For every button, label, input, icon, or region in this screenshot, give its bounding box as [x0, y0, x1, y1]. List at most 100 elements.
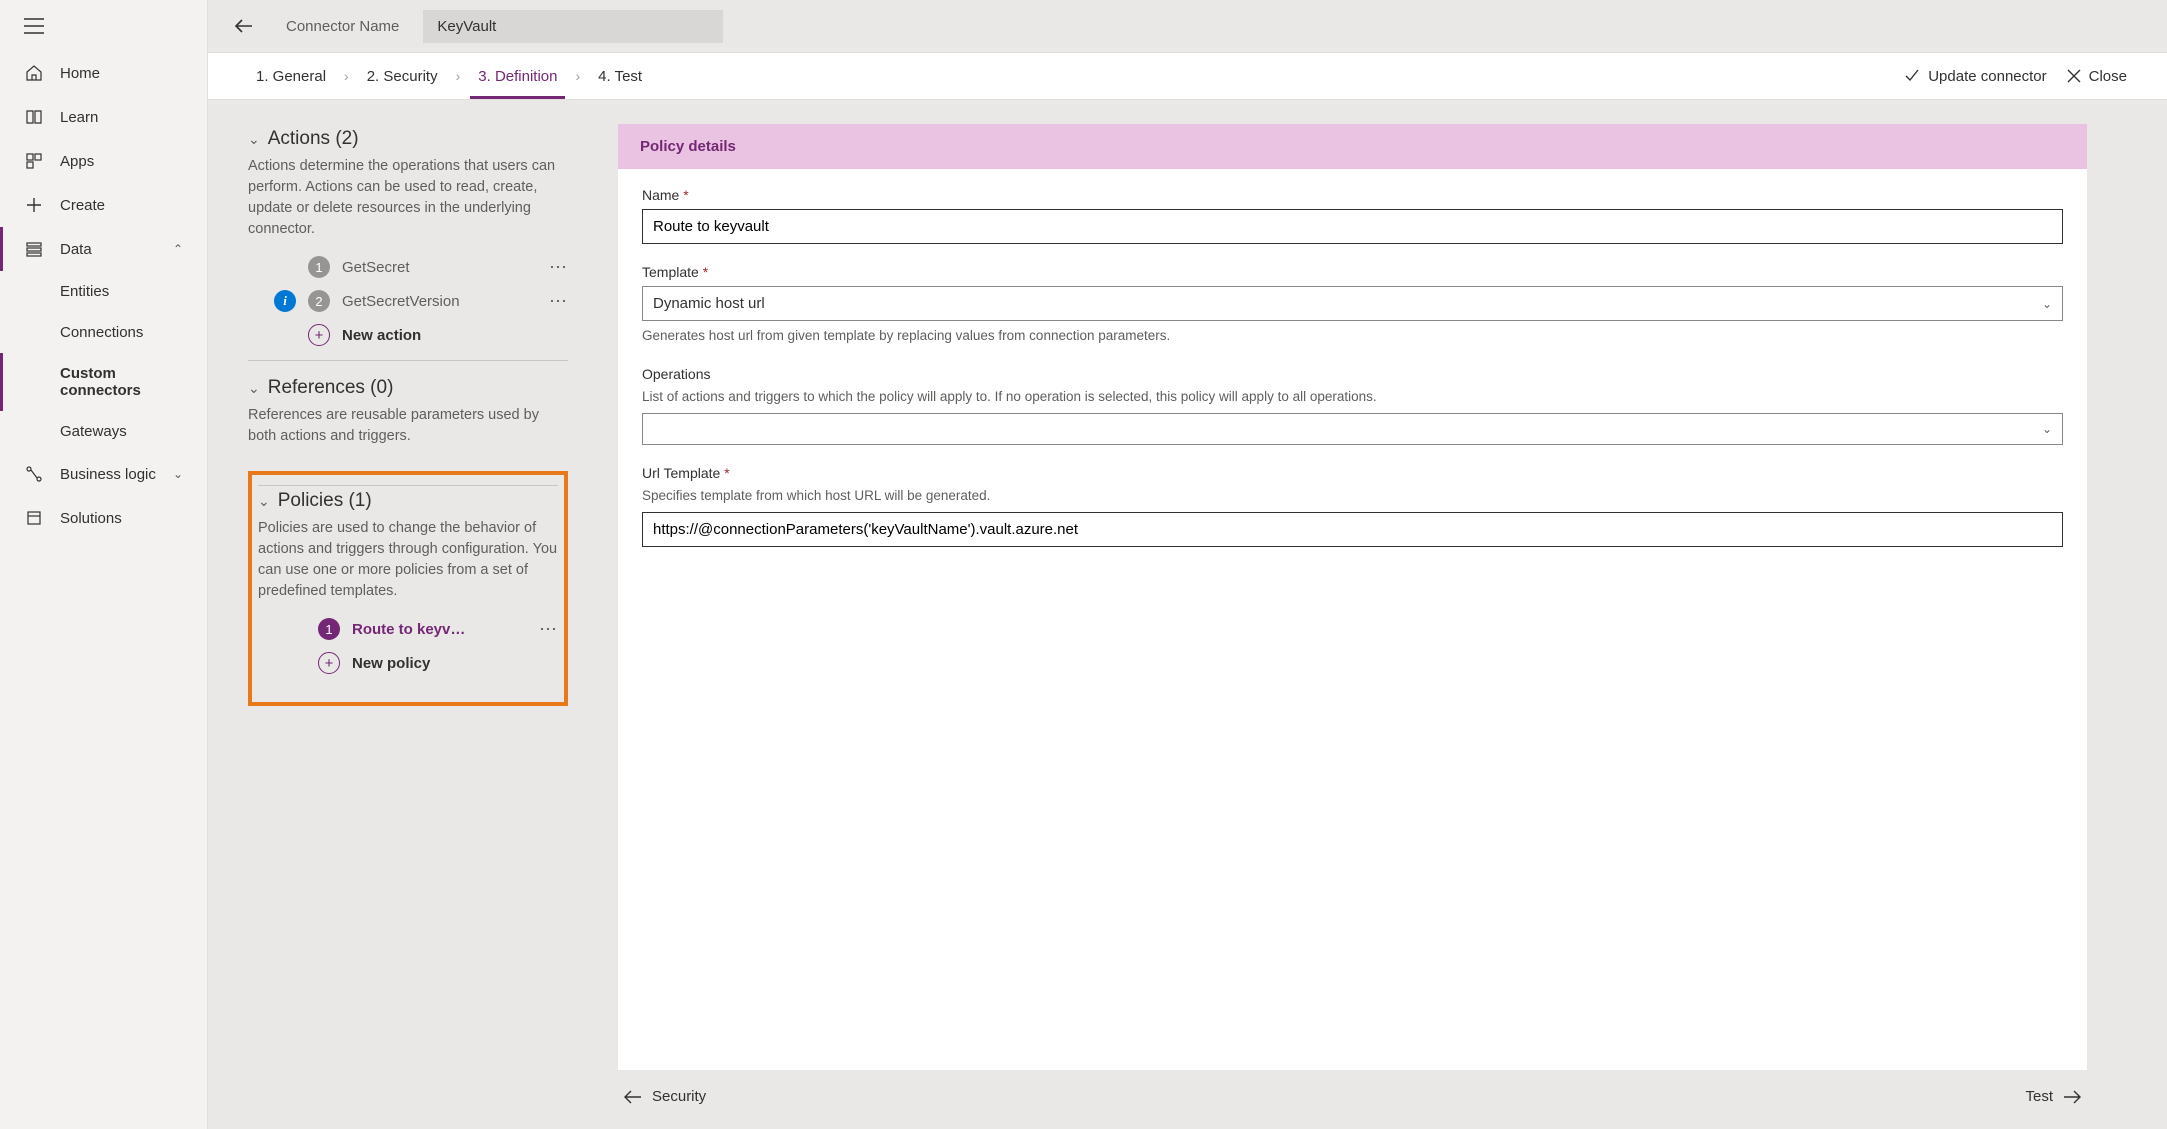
nav-bl-label: Business logic [60, 466, 156, 483]
nav-business-logic[interactable]: Business logic ⌄ [0, 452, 207, 496]
close-icon [2067, 69, 2081, 83]
arrow-left-icon [624, 1090, 642, 1104]
nav-connections[interactable]: Connections [0, 312, 207, 353]
policy-details-panel: Policy details Name * Template * Dynamic… [618, 124, 2087, 1070]
footer-nav: Security Test [618, 1070, 2087, 1105]
flow-icon [24, 464, 44, 484]
step-definition[interactable]: 3. Definition [470, 53, 565, 99]
chevron-down-icon: ⌄ [173, 467, 183, 481]
nav-solutions-label: Solutions [60, 510, 122, 527]
chevron-down-icon: ⌄ [248, 131, 260, 148]
policy-name-input[interactable] [642, 209, 2063, 244]
nav-create-label: Create [60, 197, 105, 214]
chevron-right-icon: › [565, 68, 590, 84]
url-template-input[interactable] [642, 512, 2063, 547]
action-item-getsecret[interactable]: 1 GetSecret ⋯ [248, 250, 568, 284]
badge-1: 1 [318, 618, 340, 640]
references-toggle[interactable]: ⌄ References (0) [248, 377, 568, 405]
data-icon [24, 239, 44, 259]
action-item-getsecretversion[interactable]: i 2 GetSecretVersion ⋯ [248, 284, 568, 318]
operations-label: Operations [642, 366, 2063, 382]
template-label: Template * [642, 264, 2063, 280]
header-row: Connector Name KeyVault [208, 0, 2167, 52]
chevron-right-icon: › [446, 68, 471, 84]
update-connector-button[interactable]: Update connector [1904, 68, 2046, 85]
policies-toggle[interactable]: ⌄ Policies (1) [258, 490, 558, 518]
arrow-left-icon [234, 18, 254, 34]
nav-solutions[interactable]: Solutions [0, 496, 207, 540]
sidebar: Home Learn Apps Create Data ⌃ Entities C… [0, 0, 208, 1129]
chevron-down-icon: ⌄ [248, 380, 260, 397]
operations-dropdown[interactable]: ⌄ [642, 413, 2063, 445]
nav-learn-label: Learn [60, 109, 98, 126]
plus-circle-icon: + [308, 324, 330, 346]
url-template-label: Url Template * [642, 465, 2063, 481]
checkmark-icon [1904, 68, 1920, 84]
more-icon[interactable]: ⋯ [539, 619, 558, 640]
template-dropdown[interactable]: Dynamic host url ⌄ [642, 286, 2063, 321]
nav-home-label: Home [60, 65, 100, 82]
chevron-up-icon: ⌃ [173, 242, 183, 256]
content: ⌄ Actions (2) Actions determine the oper… [208, 100, 2167, 1129]
new-action-button[interactable]: + New action [248, 318, 568, 352]
actions-toggle[interactable]: ⌄ Actions (2) [248, 128, 568, 156]
steps-bar: 1. General › 2. Security › 3. Definition… [208, 52, 2167, 100]
policy-details-title: Policy details [618, 124, 2087, 169]
policies-description: Policies are used to change the behavior… [258, 518, 558, 612]
chevron-down-icon: ⌄ [2042, 297, 2052, 311]
book-icon [24, 107, 44, 127]
main: Connector Name KeyVault 1. General › 2. … [208, 0, 2167, 1129]
step-general[interactable]: 1. General [248, 53, 334, 99]
nav-learn[interactable]: Learn [0, 95, 207, 139]
step-test[interactable]: 4. Test [590, 53, 650, 99]
info-icon: i [274, 290, 296, 312]
solutions-icon [24, 508, 44, 528]
nav-data-label: Data [60, 241, 92, 258]
actions-section: ⌄ Actions (2) Actions determine the oper… [248, 124, 568, 360]
apps-icon [24, 151, 44, 171]
nav-create[interactable]: Create [0, 183, 207, 227]
prev-security-link[interactable]: Security [624, 1088, 706, 1105]
operations-help: List of actions and triggers to which th… [642, 388, 2063, 407]
home-icon [24, 63, 44, 83]
nav-data[interactable]: Data ⌃ [0, 227, 207, 271]
hamburger-icon [24, 18, 44, 34]
connector-name-input[interactable]: KeyVault [423, 10, 723, 43]
plus-icon [24, 195, 44, 215]
chevron-right-icon: › [334, 68, 359, 84]
actions-title: Actions (2) [268, 128, 359, 150]
nav-entities[interactable]: Entities [0, 271, 207, 312]
new-policy-button[interactable]: + New policy [258, 646, 558, 680]
references-title: References (0) [268, 377, 394, 399]
back-button[interactable] [226, 8, 262, 44]
more-icon[interactable]: ⋯ [549, 291, 568, 312]
close-button[interactable]: Close [2067, 68, 2127, 85]
chevron-down-icon: ⌄ [258, 493, 270, 510]
definition-sidebar: ⌄ Actions (2) Actions determine the oper… [248, 124, 568, 1105]
url-template-help: Specifies template from which host URL w… [642, 487, 2063, 506]
policy-item-route[interactable]: 1 Route to keyv… ⋯ [258, 612, 558, 646]
step-security[interactable]: 2. Security [359, 53, 446, 99]
more-icon[interactable]: ⋯ [549, 257, 568, 278]
badge-1: 1 [308, 256, 330, 278]
actions-description: Actions determine the operations that us… [248, 156, 568, 250]
nav-gateways[interactable]: Gateways [0, 411, 207, 452]
arrow-right-icon [2063, 1090, 2081, 1104]
policies-title: Policies (1) [278, 490, 372, 512]
name-label: Name * [642, 187, 2063, 203]
badge-2: 2 [308, 290, 330, 312]
nav-custom-connectors[interactable]: Custom connectors [0, 353, 207, 411]
nav-apps[interactable]: Apps [0, 139, 207, 183]
next-test-link[interactable]: Test [2025, 1088, 2081, 1105]
policies-section: ⌄ Policies (1) Policies are used to chan… [258, 485, 558, 688]
policies-highlight: ⌄ Policies (1) Policies are used to chan… [248, 471, 568, 706]
plus-circle-icon: + [318, 652, 340, 674]
references-description: References are reusable parameters used … [248, 405, 568, 457]
template-help: Generates host url from given template b… [642, 327, 2063, 346]
references-section: ⌄ References (0) References are reusable… [248, 360, 568, 465]
nav-apps-label: Apps [60, 153, 94, 170]
nav-home[interactable]: Home [0, 51, 207, 95]
hamburger-button[interactable] [0, 0, 207, 51]
chevron-down-icon: ⌄ [2042, 422, 2052, 436]
connector-name-label: Connector Name [272, 18, 413, 35]
